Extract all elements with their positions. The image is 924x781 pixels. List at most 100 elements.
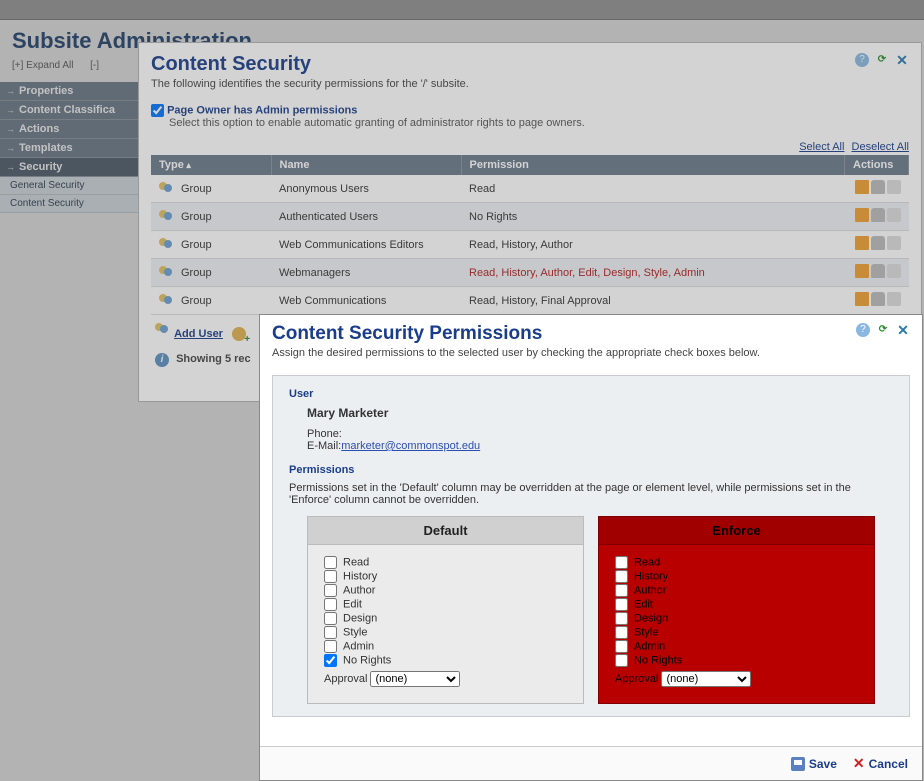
default-checkbox-admin[interactable]	[324, 640, 337, 653]
name-cell: Web Communications	[271, 287, 461, 315]
default-checkbox-no-rights[interactable]	[324, 654, 337, 667]
default-option-author[interactable]: Author	[324, 584, 567, 597]
name-cell: Webmanagers	[271, 259, 461, 287]
lock-icon[interactable]	[871, 208, 885, 222]
edit-icon[interactable]	[855, 236, 869, 250]
email-link[interactable]: marketer@commonspot.edu	[341, 440, 480, 452]
default-option-history[interactable]: History	[324, 570, 567, 583]
edit-icon[interactable]	[855, 264, 869, 278]
lock-icon[interactable]	[871, 180, 885, 194]
user-section-title: User	[289, 388, 893, 400]
cancel-button[interactable]: ✕ Cancel	[853, 755, 908, 772]
permission-cell: Read, History, Author, Edit, Design, Sty…	[461, 259, 845, 287]
table-row: GroupWeb CommunicationsRead, History, Fi…	[151, 287, 909, 315]
enforce-checkbox-history[interactable]	[615, 570, 628, 583]
default-option-style[interactable]: Style	[324, 626, 567, 639]
col-name[interactable]: Name	[271, 155, 461, 175]
edit-icon[interactable]	[855, 180, 869, 194]
enforce-checkbox-design[interactable]	[615, 612, 628, 625]
enforce-option-author[interactable]: Author	[615, 584, 858, 597]
admin-permissions-desc: Select this option to enable automatic g…	[169, 117, 909, 129]
delete-icon[interactable]	[887, 264, 901, 278]
help-icon[interactable]: ?	[855, 53, 869, 67]
enforce-option-edit[interactable]: Edit	[615, 598, 858, 611]
group-icon	[159, 210, 175, 224]
type-cell: Group	[181, 267, 212, 279]
table-row: GroupAnonymous UsersRead	[151, 175, 909, 203]
table-row: GroupAuthenticated UsersNo Rights	[151, 203, 909, 231]
default-permissions-column: Default ReadHistoryAuthorEditDesignStyle…	[307, 516, 584, 704]
permissions-description: Permissions set in the 'Default' column …	[289, 482, 893, 506]
refresh-icon[interactable]: ⟳	[876, 323, 890, 337]
default-checkbox-design[interactable]	[324, 612, 337, 625]
enforce-checkbox-read[interactable]	[615, 556, 628, 569]
default-checkbox-read[interactable]	[324, 556, 337, 569]
deselect-all-link[interactable]: Deselect All	[852, 141, 909, 153]
enforce-option-admin[interactable]: Admin	[615, 640, 858, 653]
enforce-checkbox-no-rights[interactable]	[615, 654, 628, 667]
admin-permissions-label: Page Owner has Admin permissions	[167, 104, 357, 116]
default-approval-select[interactable]: (none)	[370, 671, 460, 687]
default-checkbox-history[interactable]	[324, 570, 337, 583]
group-icon	[159, 182, 175, 196]
delete-icon[interactable]	[887, 208, 901, 222]
admin-permissions-checkbox[interactable]	[151, 104, 164, 117]
default-header: Default	[308, 517, 583, 545]
default-option-no-rights[interactable]: No Rights	[324, 654, 567, 667]
security-grid: Type Name Permission Actions GroupAnonym…	[151, 155, 909, 315]
default-checkbox-author[interactable]	[324, 584, 337, 597]
enforce-header: Enforce	[599, 517, 874, 545]
permissions-section-title: Permissions	[289, 464, 893, 476]
delete-icon[interactable]	[887, 292, 901, 306]
add-user-link[interactable]: Add User	[174, 328, 223, 340]
close-icon[interactable]: ✕	[896, 323, 910, 337]
col-type[interactable]: Type	[151, 155, 271, 175]
default-checkbox-style[interactable]	[324, 626, 337, 639]
info-icon: i	[155, 353, 169, 367]
col-permission[interactable]: Permission	[461, 155, 845, 175]
content-security-title: Content Security	[151, 53, 469, 76]
people-icon	[155, 323, 171, 337]
lock-icon[interactable]	[871, 264, 885, 278]
email-label: E-Mail:	[307, 440, 341, 452]
group-icon	[159, 294, 175, 308]
enforce-approval-select[interactable]: (none)	[661, 671, 751, 687]
type-cell: Group	[181, 239, 212, 251]
default-option-read[interactable]: Read	[324, 556, 567, 569]
enforce-checkbox-style[interactable]	[615, 626, 628, 639]
enforce-option-style[interactable]: Style	[615, 626, 858, 639]
delete-icon[interactable]	[887, 180, 901, 194]
delete-icon[interactable]	[887, 236, 901, 250]
lock-icon[interactable]	[871, 292, 885, 306]
enforce-option-read[interactable]: Read	[615, 556, 858, 569]
close-icon[interactable]: ✕	[895, 53, 909, 67]
default-checkbox-edit[interactable]	[324, 598, 337, 611]
edit-icon[interactable]	[855, 208, 869, 222]
default-option-design[interactable]: Design	[324, 612, 567, 625]
enforce-option-no-rights[interactable]: No Rights	[615, 654, 858, 667]
enforce-option-history[interactable]: History	[615, 570, 858, 583]
enforce-checkbox-edit[interactable]	[615, 598, 628, 611]
permissions-subtitle: Assign the desired permissions to the se…	[272, 347, 760, 359]
name-cell: Anonymous Users	[271, 175, 461, 203]
enforce-checkbox-admin[interactable]	[615, 640, 628, 653]
enforce-option-design[interactable]: Design	[615, 612, 858, 625]
name-cell: Web Communications Editors	[271, 231, 461, 259]
user-add-icon[interactable]	[232, 327, 246, 341]
save-icon	[791, 757, 805, 771]
enforce-checkbox-author[interactable]	[615, 584, 628, 597]
permission-cell: Read, History, Author	[461, 231, 845, 259]
table-row: Group WebmanagersRead, History, Author, E…	[151, 259, 909, 287]
col-actions[interactable]: Actions	[845, 155, 909, 175]
edit-icon[interactable]	[855, 292, 869, 306]
default-option-edit[interactable]: Edit	[324, 598, 567, 611]
default-option-admin[interactable]: Admin	[324, 640, 567, 653]
permissions-dialog: Content Security Permissions Assign the …	[259, 314, 923, 781]
approval-label: Approval	[324, 673, 367, 685]
phone-label: Phone:	[307, 428, 342, 440]
refresh-icon[interactable]: ⟳	[875, 53, 889, 67]
save-button[interactable]: Save	[791, 755, 837, 772]
select-all-link[interactable]: Select All	[799, 141, 844, 153]
help-icon[interactable]: ?	[856, 323, 870, 337]
lock-icon[interactable]	[871, 236, 885, 250]
